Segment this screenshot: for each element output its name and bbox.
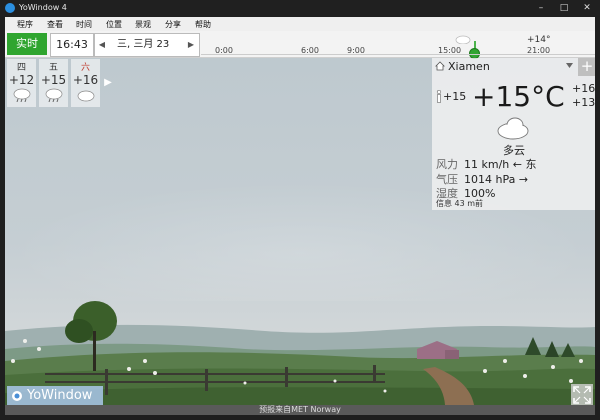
timeline-axis [201,54,595,55]
date-label: 三, 三月 23 [117,39,170,50]
maximize-button[interactable]: □ [553,1,575,15]
fullscreen-icon[interactable] [571,384,593,406]
app-area: 实时 16:43 ◀ 三, 三月 23 ▶ 0:00 6:00 9:00 15:… [5,31,595,415]
location-name[interactable]: Xiamen [448,60,490,73]
forecast-day[interactable]: 六 +16 [71,59,100,107]
timeline-temperature: +14° [527,35,551,45]
menu-help[interactable]: 帮助 [195,19,211,30]
person-icon [436,90,442,103]
yowindow-logo[interactable]: YoWindow [7,386,103,406]
forecast-day-name: 六 [80,63,90,73]
menu-time[interactable]: 时间 [76,19,92,30]
high-temperature: +16 [572,82,595,95]
menu-program[interactable]: 程序 [17,19,33,30]
title-bar: YoWindow 4 – □ ✕ [0,0,600,16]
wind-value: 11 km/h ← 东 [464,158,537,171]
forecast-credit[interactable]: 预报来自MET Norway [5,405,595,415]
app-icon [5,3,15,13]
cloudy-icon [497,117,529,140]
next-day-arrow-icon[interactable]: ▶ [185,34,197,56]
window-title: YoWindow 4 [19,3,67,12]
menu-view[interactable]: 查看 [47,19,63,30]
low-temperature: +13 [572,96,595,109]
forecast-day-name: 四 [16,63,26,73]
forecast-strip: 四 +12 五 +15 六 +16 ▶ [7,59,112,107]
wind-label: 风力 [436,158,458,171]
forecast-day[interactable]: 四 +12 [7,59,36,107]
close-button[interactable]: ✕ [576,1,598,15]
forecast-more-arrow-icon[interactable]: ▶ [102,67,114,99]
previous-day-arrow-icon[interactable]: ◀ [96,34,108,56]
forecast-temp: +15 [40,73,67,87]
menu-landscape[interactable]: 景观 [135,19,151,30]
cloud-icon [77,90,94,102]
rain-icon [45,88,62,102]
forecast-day-name: 五 [48,63,58,73]
menu-share[interactable]: 分享 [165,19,181,30]
menu-bar: 程序 查看 时间 位置 景观 分享 帮助 [5,17,595,31]
minimize-button[interactable]: – [530,1,552,15]
logo-icon [12,391,22,401]
timeline[interactable]: 0:00 6:00 9:00 15:00 21:00 +14° [201,33,595,59]
date-selector: ◀ 三, 三月 23 ▶ [94,33,200,57]
timeline-cloud-icon [455,35,471,44]
current-weather-panel: Xiamen + +15 +15°C +16 +13 多云 风力 11 km/h … [432,58,595,210]
current-time: 16:43 [50,33,94,57]
time-bar: 实时 16:43 ◀ 三, 三月 23 ▶ 0:00 6:00 9:00 15:… [5,31,595,59]
forecast-temp: +16 [72,73,99,87]
location-row: Xiamen + [432,58,595,76]
update-info: 信息 43 m前 [436,199,484,208]
add-location-button[interactable]: + [578,58,595,76]
menu-location[interactable]: 位置 [106,19,122,30]
location-dropdown-icon[interactable] [565,61,574,70]
forecast-day[interactable]: 五 +15 [39,59,68,107]
rain-icon [13,88,30,102]
forecast-temp: +12 [8,73,35,87]
wind-row: 风力 11 km/h ← 东 [436,156,536,172]
realtime-button[interactable]: 实时 [7,33,47,55]
current-temperature: +15°C [472,80,565,113]
feels-like-temperature: +15 [443,90,467,103]
home-icon [435,61,445,71]
logo-text: YoWindow [27,388,93,403]
